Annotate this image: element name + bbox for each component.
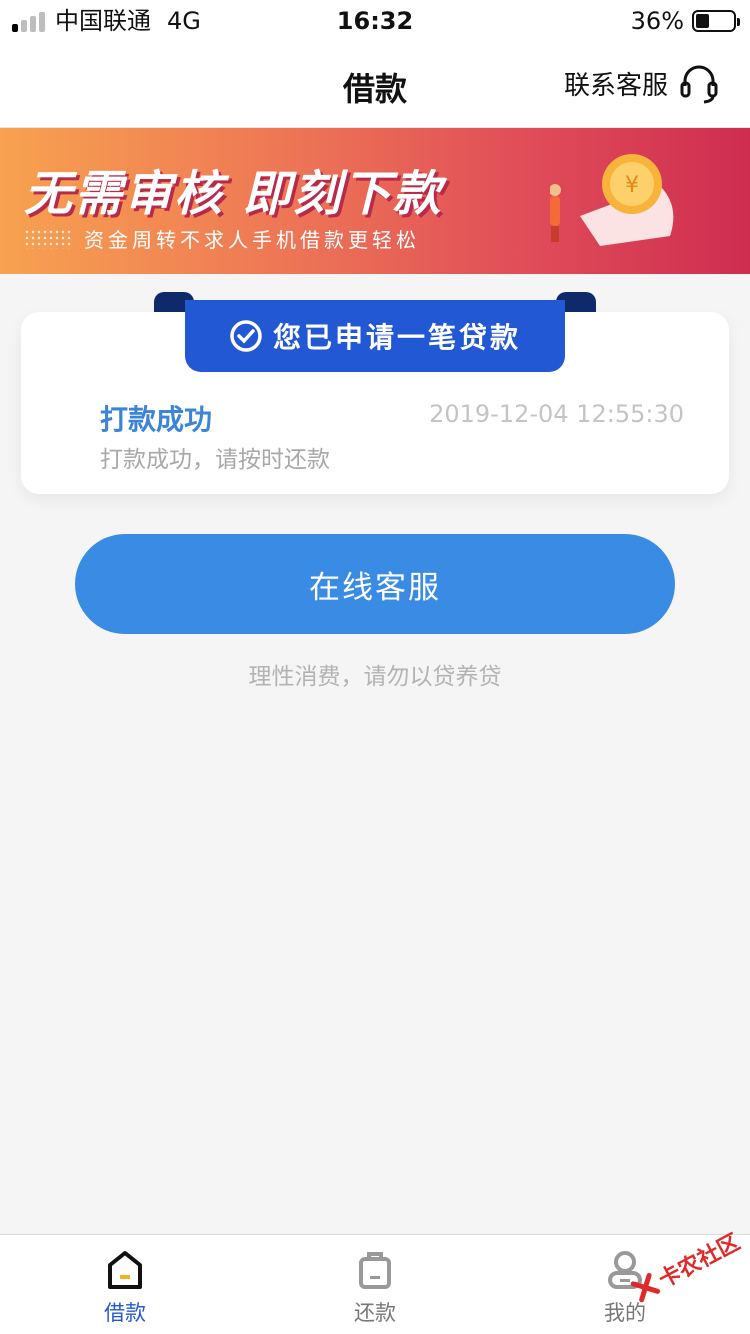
svg-text:¥: ¥ [625, 173, 639, 198]
contact-service-label: 联系客服 [563, 70, 668, 101]
promo-banner[interactable]: 无需审核 即刻下款 资金周转不求人手机借款更轻松 ¥ [0, 128, 750, 274]
tab-repay-label: 还款 [354, 1301, 396, 1325]
check-circle-icon [230, 320, 262, 352]
ribbon-text: 您已申请一笔贷款 [272, 321, 521, 354]
tab-borrow[interactable]: 借款 [0, 1235, 250, 1334]
repay-icon [359, 1252, 391, 1289]
headset-icon [680, 65, 718, 104]
dot-pattern [24, 228, 72, 249]
online-service-button[interactable]: 在线客服 [75, 534, 675, 634]
status-title: 打款成功 [100, 403, 213, 436]
battery-percent: 36% [630, 7, 684, 35]
consumption-tip: 理性消费，请勿以贷养贷 [248, 664, 502, 690]
banner-headline: 无需审核 即刻下款 [24, 166, 443, 222]
status-bar: 中国联通 4G 16:32 36% [0, 0, 750, 42]
contact-service-button[interactable]: 联系客服 [564, 62, 720, 104]
status-description: 打款成功，请按时还款 [100, 447, 330, 473]
borrow-icon [108, 1251, 142, 1289]
battery-icon [692, 10, 740, 32]
status-right: 36% [630, 7, 740, 35]
nav-bar: 借款 联系客服 [0, 42, 750, 128]
tab-borrow-label: 借款 [104, 1301, 146, 1325]
tab-repay[interactable]: 还款 [250, 1235, 500, 1334]
status-timestamp: 2019-12-04 12:55:30 [429, 400, 684, 428]
banner-subline: 资金周转不求人手机借款更轻松 [84, 228, 420, 252]
application-ribbon: 您已申请一笔贷款 [185, 300, 565, 372]
banner-subline-row: 资金周转不求人手机借款更轻松 [24, 224, 420, 253]
coin-illustration: ¥ [550, 154, 674, 246]
